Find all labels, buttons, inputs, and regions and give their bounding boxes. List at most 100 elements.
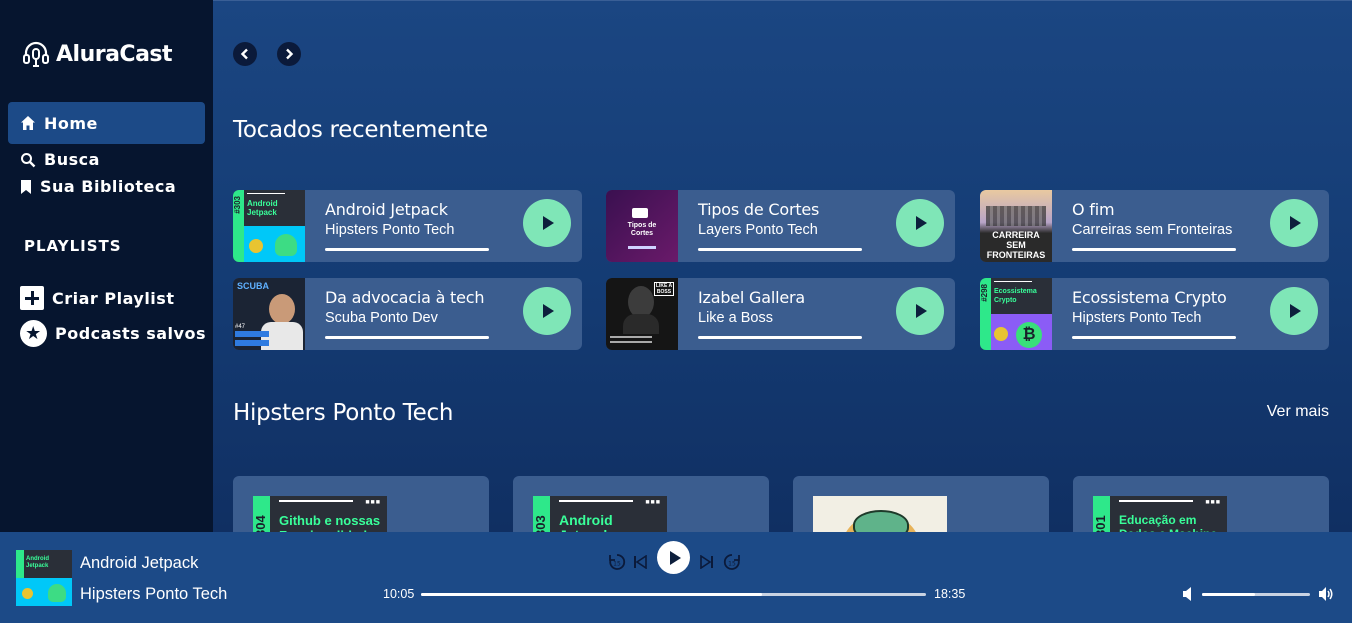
volume-fill <box>1202 593 1255 596</box>
progress-bar <box>325 336 489 339</box>
card-subtitle: Scuba Ponto Dev <box>325 310 438 326</box>
card-info: Izabel Gallera Like a Boss <box>698 288 805 326</box>
podcast-card[interactable] <box>793 476 1049 532</box>
recent-card[interactable]: LIKE A BOSS Izabel Gallera Like a Boss <box>606 278 955 350</box>
card-subtitle: Carreiras sem Fronteiras <box>1072 222 1233 238</box>
episode-thumbnail: 301 ■■■ Educação em Dados e Machine <box>1093 496 1227 532</box>
thumb-title: CARREIRA SEM FRONTEIRAS <box>986 230 1046 260</box>
card-title: Da advocacia à tech <box>325 288 485 307</box>
play-icon <box>916 304 927 318</box>
card-info: Tipos de Cortes Layers Ponto Tech <box>698 200 819 238</box>
thumb-episode-number: 304 <box>253 496 270 532</box>
rewind-15-icon[interactable]: 15 <box>607 552 627 572</box>
card-subtitle: Like a Boss <box>698 310 773 326</box>
forward-button[interactable] <box>277 42 301 66</box>
forward-15-icon[interactable]: 15 <box>722 552 742 572</box>
card-info: Da advocacia à tech Scuba Ponto Dev <box>325 288 485 326</box>
podcast-card[interactable]: 304 ■■■ Github e nossas Funcionalidades <box>233 476 489 532</box>
thumb-title: SCUBA <box>237 281 270 291</box>
play-icon <box>543 304 554 318</box>
sidebar-item-label: Criar Playlist <box>52 288 175 308</box>
play-button[interactable] <box>1270 199 1318 247</box>
episode-thumbnail: SCUBA #47 <box>233 278 305 350</box>
card-title: O fim <box>1072 200 1115 219</box>
episode-thumbnail: CARREIRA SEM FRONTEIRAS <box>980 190 1052 262</box>
sidebar-item-label: Busca <box>44 150 100 169</box>
progress-fill <box>421 593 763 596</box>
thumb-episode-number: #298 <box>980 284 989 302</box>
thumb-title: Android Jetpack <box>559 512 613 533</box>
episode-thumbnail <box>813 496 947 532</box>
play-icon <box>916 216 927 230</box>
saved-podcasts-button[interactable]: ★ Podcasts salvos <box>20 320 206 347</box>
sidebar: AluraCast Home Busca Sua Biblioteca PLAY… <box>0 0 213 532</box>
svg-text:15: 15 <box>613 561 621 568</box>
svg-text:15: 15 <box>728 561 736 568</box>
card-subtitle: Hipsters Ponto Tech <box>1072 310 1202 326</box>
thumb-title: Educação em Dados e Machine <box>1119 513 1217 532</box>
episode-thumbnail: LIKE A BOSS <box>606 278 678 350</box>
card-title: Android Jetpack <box>325 200 448 219</box>
player-bar: Android Jetpack Android Jetpack Hipsters… <box>0 532 1352 623</box>
now-playing-subtitle: Hipsters Ponto Tech <box>80 585 228 603</box>
skip-previous-icon[interactable] <box>633 555 647 569</box>
sidebar-item-label: Podcasts salvos <box>55 324 206 343</box>
play-button[interactable] <box>896 287 944 335</box>
card-subtitle: Hipsters Ponto Tech <box>325 222 455 238</box>
sidebar-item-home[interactable]: Home <box>8 102 205 144</box>
now-playing-thumbnail: Android Jetpack <box>16 550 72 606</box>
thumb-episode-number: 301 <box>1093 496 1110 532</box>
recent-card[interactable]: SCUBA #47 Da advocacia à tech Scuba Pont… <box>233 278 582 350</box>
podcast-card[interactable]: 303 ■■■ Android Jetpack <box>513 476 769 532</box>
card-info: O fim Carreiras sem Fronteiras <box>1072 200 1232 238</box>
episode-thumbnail: #303 Android Jetpack <box>233 190 305 262</box>
play-button[interactable] <box>523 287 571 335</box>
episode-thumbnail: 304 ■■■ Github e nossas Funcionalidades <box>253 496 387 532</box>
back-button[interactable] <box>233 42 257 66</box>
create-playlist-button[interactable]: Criar Playlist <box>20 286 174 310</box>
see-more-link[interactable]: Ver mais <box>1267 403 1329 421</box>
volume-high-icon[interactable] <box>1318 586 1334 602</box>
skip-next-icon[interactable] <box>700 555 714 569</box>
recent-card[interactable]: #298 Ecossistema Crypto ₿ Ecossistema Cr… <box>980 278 1329 350</box>
play-button[interactable] <box>1270 287 1318 335</box>
card-subtitle: Layers Ponto Tech <box>698 222 818 238</box>
card-title: Izabel Gallera <box>698 288 805 307</box>
home-icon <box>21 116 35 130</box>
podcast-card[interactable]: 301 ■■■ Educação em Dados e Machine <box>1073 476 1329 532</box>
progress-bar <box>1072 248 1236 251</box>
chevron-left-icon <box>240 48 248 60</box>
current-time: 10:05 <box>383 587 415 601</box>
thumb-episode-number: #303 <box>233 196 242 214</box>
progress-bar <box>698 336 862 339</box>
playback-progress-slider[interactable] <box>421 593 926 596</box>
card-title: Ecossistema Crypto <box>1072 288 1227 307</box>
episode-thumbnail: #298 Ecossistema Crypto ₿ <box>980 278 1052 350</box>
play-button[interactable] <box>896 199 944 247</box>
chevron-right-icon <box>286 48 294 60</box>
card-info: Ecossistema Crypto Hipsters Ponto Tech <box>1072 288 1227 326</box>
sidebar-item-search[interactable]: Busca <box>20 150 100 169</box>
recent-section-title: Tocados recentemente <box>233 117 488 143</box>
thumb-episode-number: #47 <box>235 324 246 330</box>
logo-text: AluraCast <box>56 41 173 67</box>
volume-low-icon[interactable] <box>1182 586 1196 602</box>
bookmark-icon <box>21 179 31 194</box>
sidebar-item-label: Home <box>44 113 98 133</box>
play-button[interactable] <box>523 199 571 247</box>
recent-card[interactable]: Tipos de Cortes Tipos de Cortes Layers P… <box>606 190 955 262</box>
volume-slider[interactable] <box>1202 593 1310 596</box>
episode-thumbnail: Tipos de Cortes <box>606 190 678 262</box>
play-pause-button[interactable] <box>657 541 690 574</box>
recent-card[interactable]: CARREIRA SEM FRONTEIRAS O fim Carreiras … <box>980 190 1329 262</box>
sidebar-item-library[interactable]: Sua Biblioteca <box>20 177 176 196</box>
plus-square-icon <box>20 286 44 310</box>
search-icon <box>21 152 36 167</box>
play-icon <box>543 216 554 230</box>
play-icon <box>669 550 681 565</box>
thumb-title: LIKE A BOSS <box>654 282 674 296</box>
main-content: Tocados recentemente #303 Android Jetpac… <box>213 0 1352 532</box>
logo[interactable]: AluraCast <box>22 40 173 68</box>
now-playing-title: Android Jetpack <box>80 554 199 572</box>
recent-card[interactable]: #303 Android Jetpack Android Jetpack Hip… <box>233 190 582 262</box>
